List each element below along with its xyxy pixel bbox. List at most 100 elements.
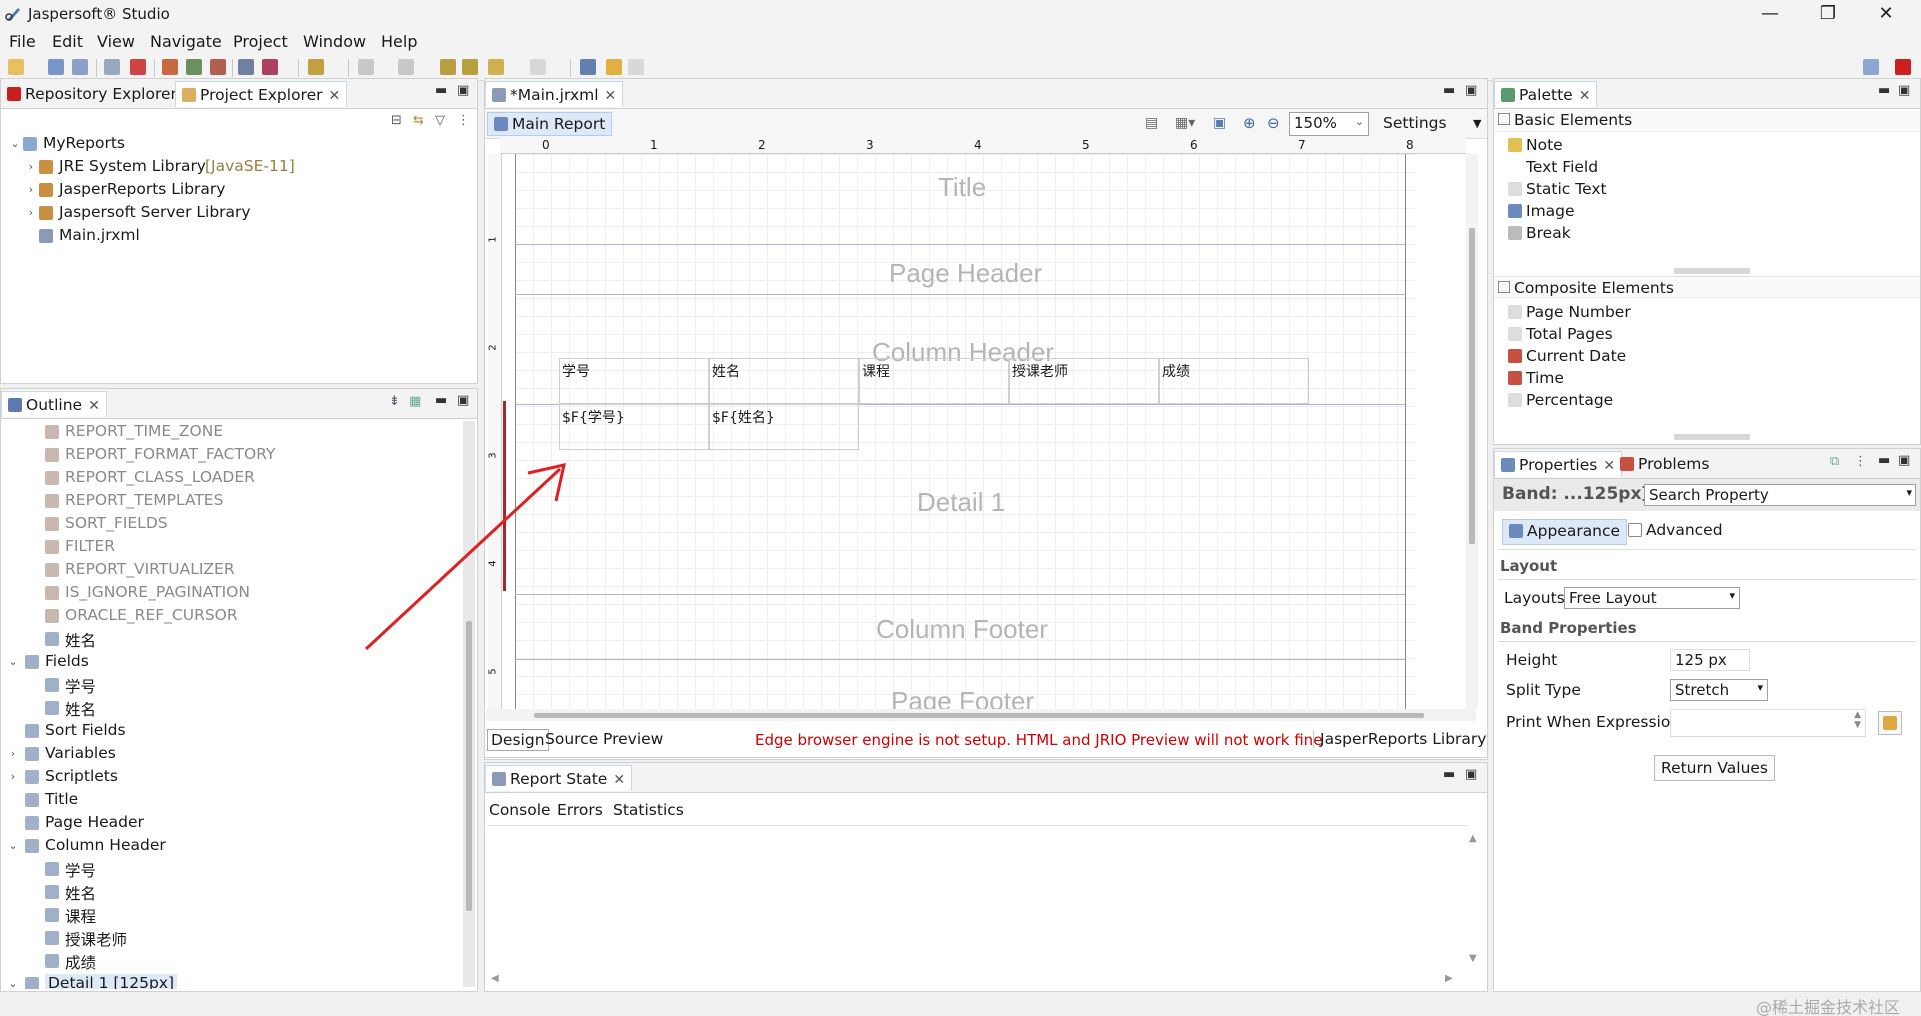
tab-palette[interactable]: Palette ✕ <box>1494 81 1598 107</box>
report-canvas[interactable]: Title Page Header Column Header Detail 1… <box>515 154 1415 709</box>
palette-item[interactable]: Time <box>1508 368 1908 390</box>
palette-item[interactable]: Text Field <box>1508 157 1908 179</box>
save-icon[interactable] <box>48 59 64 75</box>
column-header-cell[interactable]: 学号 <box>559 358 709 404</box>
zoom-out-icon[interactable]: ⊖ <box>1267 114 1280 132</box>
band-page-header[interactable]: Page Header <box>889 258 1042 289</box>
column-header-cell[interactable]: 姓名 <box>709 358 859 404</box>
scroll-right-icon[interactable]: ▶ <box>1445 973 1453 984</box>
palette-item[interactable]: Current Date <box>1508 346 1908 368</box>
outline-item[interactable]: › Scriptlets <box>1 766 461 789</box>
chevron-right-icon[interactable]: › <box>25 160 37 173</box>
outline-item[interactable]: 学号 <box>1 674 461 697</box>
outline-item[interactable]: 姓名 <box>1 881 461 904</box>
maximize-view-icon[interactable]: ▣ <box>1898 83 1910 98</box>
band-column-footer[interactable]: Column Footer <box>876 614 1048 645</box>
maximize-view-icon[interactable]: ▣ <box>1465 83 1477 98</box>
close-tab-icon[interactable]: ✕ <box>613 772 625 788</box>
save-all-icon[interactable] <box>72 59 88 75</box>
basic-resize-handle[interactable] <box>1674 268 1750 274</box>
debug-icon[interactable] <box>130 59 146 75</box>
tab-advanced[interactable]: Advanced <box>1628 521 1723 539</box>
outline-thumb-icon[interactable]: ▦ <box>409 394 421 409</box>
wand-icon[interactable] <box>308 59 324 75</box>
nav-icon[interactable] <box>358 59 374 75</box>
spinner-icon[interactable]: ▲ ▼ <box>1854 710 1861 730</box>
maximize-view-icon[interactable]: ▣ <box>1898 453 1910 468</box>
menu-help[interactable]: Help <box>381 32 417 51</box>
search-property-input[interactable]: Search Property ▾ <box>1644 484 1916 506</box>
layout-icon[interactable]: ▤ <box>1145 115 1158 131</box>
palette-item[interactable]: Page Number <box>1508 302 1908 324</box>
scroll-left-icon[interactable]: ◀ <box>491 973 499 984</box>
scroll-down-icon[interactable]: ▼ <box>1469 953 1477 964</box>
column-header-cell[interactable]: 课程 <box>859 358 1009 404</box>
tab-main-report[interactable]: Main Report <box>487 112 613 136</box>
tree-item[interactable]: › JasperReports Library <box>1 179 461 202</box>
tree-item[interactable]: ⌄ MyReports <box>1 133 461 156</box>
outline-item[interactable]: ⌄ Detail 1 [125px] <box>1 973 461 989</box>
band-detail[interactable]: Detail 1 <box>917 487 1005 518</box>
palette-item[interactable]: Percentage <box>1508 390 1908 412</box>
forward-icon[interactable] <box>530 59 546 75</box>
link-editor-icon[interactable]: ⇆ <box>413 113 424 128</box>
outline-item[interactable]: 课程 <box>1 904 461 927</box>
report-wizard-icon[interactable] <box>162 59 178 75</box>
new-icon[interactable] <box>8 59 24 75</box>
outline-tree-icon[interactable]: ⇟ <box>389 394 400 409</box>
menu-navigate[interactable]: Navigate <box>150 32 222 51</box>
maximize-view-icon[interactable]: ▣ <box>457 393 469 408</box>
layouts-select[interactable]: Free Layout ▾ <box>1564 587 1740 609</box>
outline-item[interactable]: 姓名 <box>1 697 461 720</box>
view-menu-icon[interactable]: ⋮ <box>1854 454 1867 469</box>
height-input[interactable]: 125 px <box>1670 649 1750 671</box>
tab-report-state[interactable]: Report State ✕ <box>485 765 633 791</box>
close-tab-icon[interactable]: ✕ <box>88 398 100 414</box>
edit-icon[interactable] <box>210 59 226 75</box>
open-perspective-icon[interactable] <box>580 59 596 75</box>
nav2-icon[interactable] <box>398 59 414 75</box>
tab-properties[interactable]: Properties ✕ <box>1494 451 1623 477</box>
palette-item[interactable]: Note <box>1508 135 1908 157</box>
tab-source[interactable]: Source <box>545 730 598 748</box>
chevron-right-icon[interactable]: › <box>25 183 37 196</box>
minimize-button[interactable]: — <box>1741 0 1799 29</box>
next-edit-icon[interactable] <box>462 59 478 75</box>
detail-field-cell[interactable]: $F{学号} <box>559 404 709 450</box>
tab-project-explorer[interactable]: Project Explorer ✕ <box>175 81 348 107</box>
palette-item[interactable]: Break <box>1508 223 1908 245</box>
pin-icon[interactable]: ⧉ <box>1830 454 1839 469</box>
tab-outline[interactable]: Outline ✕ <box>1 391 107 417</box>
close-tab-icon[interactable]: ✕ <box>1579 88 1591 104</box>
grid-icon[interactable]: ▦▾ <box>1175 115 1195 131</box>
print-when-input[interactable]: ▲ ▼ <box>1670 709 1866 737</box>
run-icon[interactable] <box>262 59 278 75</box>
outline-item[interactable]: Page Header <box>1 812 461 835</box>
maximize-button[interactable]: ❐ <box>1799 0 1857 29</box>
tab-main-jrxml[interactable]: *Main.jrxml ✕ <box>485 81 624 107</box>
settings-button[interactable]: Settings <box>1383 114 1447 132</box>
back-icon[interactable] <box>488 59 504 75</box>
chevron-down-icon[interactable]: ⌄ <box>7 839 19 852</box>
outline-item[interactable]: 授课老师 <box>1 927 461 950</box>
minimize-view-icon[interactable]: ▬ <box>435 83 447 98</box>
canvas-hscrollbar[interactable] <box>486 709 1476 721</box>
scroll-up-icon[interactable]: ▲ <box>1469 833 1477 844</box>
tab-design[interactable]: Design <box>487 729 549 751</box>
tab-statistics[interactable]: Statistics <box>613 801 684 819</box>
zoom-in-icon[interactable]: ⊕ <box>1243 114 1256 132</box>
palette-item[interactable]: Total Pages <box>1508 324 1908 346</box>
tab-preview[interactable]: Preview <box>603 730 663 748</box>
close-tab-icon[interactable]: ✕ <box>329 88 341 104</box>
outline-item[interactable]: REPORT_TIME_ZONE <box>1 421 461 444</box>
outline-item[interactable]: 学号 <box>1 858 461 881</box>
maximize-view-icon[interactable]: ▣ <box>1465 767 1477 782</box>
tab-appearance[interactable]: Appearance <box>1502 519 1628 545</box>
composite-elements-header[interactable]: Composite Elements <box>1494 276 1920 298</box>
perspective-icon[interactable] <box>1863 59 1879 75</box>
outline-item[interactable]: Title <box>1 789 461 812</box>
canvas-hscroll-thumb[interactable] <box>534 713 1424 718</box>
menu-project[interactable]: Project <box>233 32 288 51</box>
zoom-select[interactable]: 150% ⌄ <box>1289 112 1369 136</box>
palette-item[interactable]: Image <box>1508 201 1908 223</box>
